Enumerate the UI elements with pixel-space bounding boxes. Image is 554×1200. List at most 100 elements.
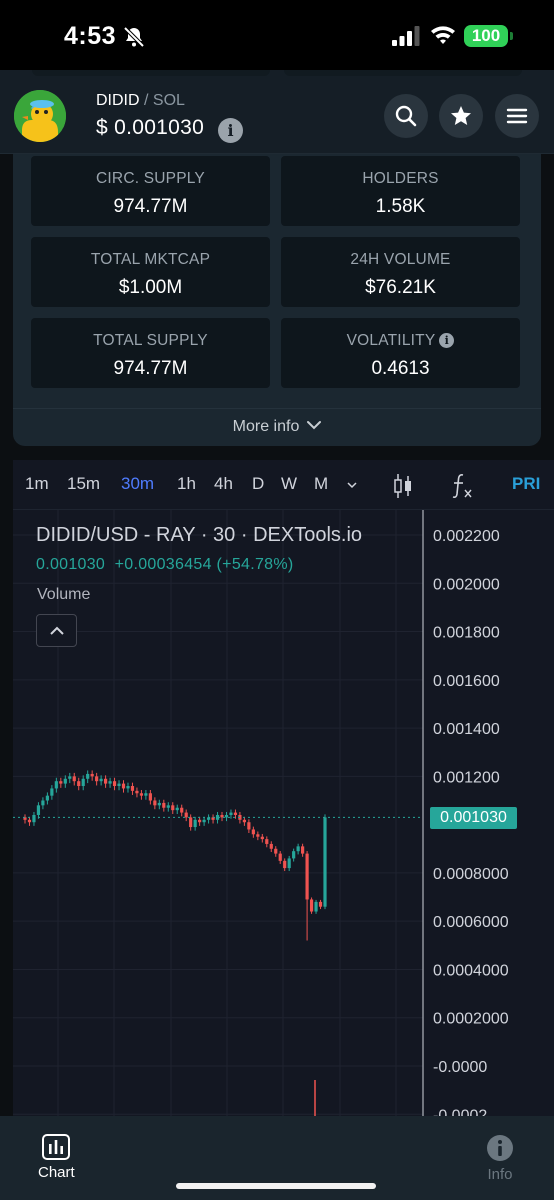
candle-body bbox=[314, 901, 318, 912]
tf-1h[interactable]: 1h bbox=[177, 474, 196, 494]
candle-body bbox=[318, 901, 323, 907]
nav-chart[interactable]: Chart bbox=[38, 1134, 75, 1181]
candle-body bbox=[202, 819, 206, 823]
candle-body bbox=[63, 778, 67, 784]
candle-body bbox=[305, 853, 309, 900]
stat-total-mktcap: TOTAL MKTCAP $1.00M bbox=[31, 237, 270, 307]
candle-body bbox=[32, 814, 36, 823]
candle-body bbox=[180, 807, 184, 813]
tf-w[interactable]: W bbox=[281, 474, 297, 494]
candle-body bbox=[95, 776, 99, 782]
token-stats-panel: CIRC. SUPPLY 974.77M HOLDERS 1.58K TOTAL… bbox=[13, 154, 541, 446]
pair-separator: / bbox=[139, 92, 153, 109]
candle-body bbox=[130, 786, 135, 791]
volume-label: Volume bbox=[37, 586, 91, 603]
candle-body bbox=[68, 776, 72, 779]
candle-body bbox=[175, 807, 179, 811]
tf-4h[interactable]: 4h bbox=[214, 474, 233, 494]
token-price: $ 0.001030 bbox=[96, 116, 205, 139]
cell-signal-icon bbox=[392, 26, 420, 46]
more-info-button[interactable]: More info bbox=[13, 408, 541, 446]
candle-body bbox=[45, 795, 49, 801]
candle-body bbox=[139, 793, 144, 796]
candle-body bbox=[108, 781, 112, 784]
token-logo[interactable] bbox=[14, 90, 66, 142]
candle-body bbox=[162, 802, 166, 808]
candle-body bbox=[90, 773, 94, 777]
candle-body bbox=[86, 773, 90, 779]
candle-body bbox=[189, 817, 193, 828]
stat-circ-supply: CIRC. SUPPLY 974.77M bbox=[31, 156, 270, 226]
candle-body bbox=[144, 793, 148, 796]
stat-volatility: VOLATILITY i 0.4613 bbox=[281, 318, 520, 388]
candlestick-icon[interactable] bbox=[393, 472, 413, 500]
duck-logo-icon bbox=[14, 90, 66, 142]
price-mode-toggle[interactable]: PRI bbox=[512, 474, 540, 494]
y-tick-label: 0.001200 bbox=[433, 769, 500, 786]
info-icon[interactable]: i bbox=[218, 118, 243, 143]
current-price-tag: 0.001030 bbox=[430, 807, 517, 829]
candle-body bbox=[301, 846, 305, 854]
candle-body bbox=[184, 812, 188, 818]
tf-m[interactable]: M bbox=[314, 474, 328, 494]
candle-body bbox=[171, 805, 175, 811]
candle-body bbox=[54, 781, 58, 789]
y-tick-label: 0.0008000 bbox=[433, 866, 509, 883]
nav-chart-label: Chart bbox=[38, 1164, 75, 1181]
home-indicator bbox=[176, 1183, 376, 1189]
candle-body bbox=[157, 802, 161, 806]
price-chart: 1m 15m 30m 1h 4h D W M PRI 0.002200 0.002… bbox=[13, 460, 554, 1116]
collapse-legend-button[interactable] bbox=[36, 614, 77, 647]
candle-body bbox=[59, 781, 63, 784]
candle-body bbox=[148, 793, 152, 801]
tf-d[interactable]: D bbox=[252, 474, 264, 494]
menu-icon bbox=[506, 108, 528, 124]
candle-body bbox=[229, 812, 233, 815]
tf-15m[interactable]: 15m bbox=[67, 474, 100, 494]
indicators-fx-icon[interactable] bbox=[450, 472, 474, 500]
chart-plot[interactable]: 0.002200 0.002000 0.001800 0.001600 0.001400… bbox=[13, 510, 554, 1116]
favorite-button[interactable] bbox=[439, 94, 483, 138]
y-tick-label: 0.002200 bbox=[433, 528, 500, 545]
nav-info-label: Info bbox=[487, 1166, 513, 1183]
candle-body bbox=[233, 812, 238, 815]
search-button[interactable] bbox=[384, 94, 428, 138]
token-header: DIDID / SOL $ 0.001030 i bbox=[0, 70, 554, 154]
battery-indicator: 100 bbox=[464, 25, 513, 47]
candle-body bbox=[166, 805, 170, 808]
y-tick-label: 0.001400 bbox=[433, 721, 500, 738]
candle-body bbox=[247, 822, 251, 830]
chart-legend-values: 0.001030 +0.00036454 (+54.78%) bbox=[36, 556, 294, 573]
y-tick-label: -0.0000 bbox=[433, 1059, 487, 1076]
y-tick-label: -0.0002 bbox=[433, 1107, 487, 1116]
volatility-info-icon[interactable]: i bbox=[439, 333, 455, 348]
candle-body bbox=[121, 783, 126, 789]
chevron-down-icon[interactable] bbox=[346, 480, 358, 490]
candle-body bbox=[198, 819, 202, 823]
menu-button[interactable] bbox=[495, 94, 539, 138]
chevron-up-icon bbox=[50, 626, 64, 635]
more-info-label: More info bbox=[232, 418, 300, 435]
pair-name: DIDID / SOL bbox=[96, 92, 185, 110]
y-tick-label: 0.002000 bbox=[433, 576, 500, 593]
y-tick-label: 0.0004000 bbox=[433, 962, 509, 979]
candle-body bbox=[287, 858, 291, 869]
candle-body bbox=[256, 834, 260, 837]
nav-info[interactable]: Info bbox=[486, 1134, 514, 1183]
tf-30m[interactable]: 30m bbox=[121, 474, 154, 494]
candle-body bbox=[323, 817, 327, 907]
status-time: 4:53 bbox=[64, 22, 117, 50]
bar-chart-icon bbox=[42, 1134, 71, 1160]
candle-body bbox=[36, 805, 41, 815]
status-bar: 4:53 100 bbox=[0, 0, 554, 70]
pair-quote: SOL bbox=[152, 92, 185, 109]
candle-body bbox=[292, 851, 296, 859]
candle-body bbox=[103, 778, 108, 784]
bell-off-icon bbox=[123, 26, 145, 48]
y-tick-label: 0.0006000 bbox=[433, 914, 509, 931]
candle-body bbox=[296, 846, 300, 852]
search-icon bbox=[395, 105, 417, 127]
tf-1m[interactable]: 1m bbox=[25, 474, 49, 494]
candle-body bbox=[99, 778, 103, 782]
info-circle-icon bbox=[487, 1135, 513, 1161]
